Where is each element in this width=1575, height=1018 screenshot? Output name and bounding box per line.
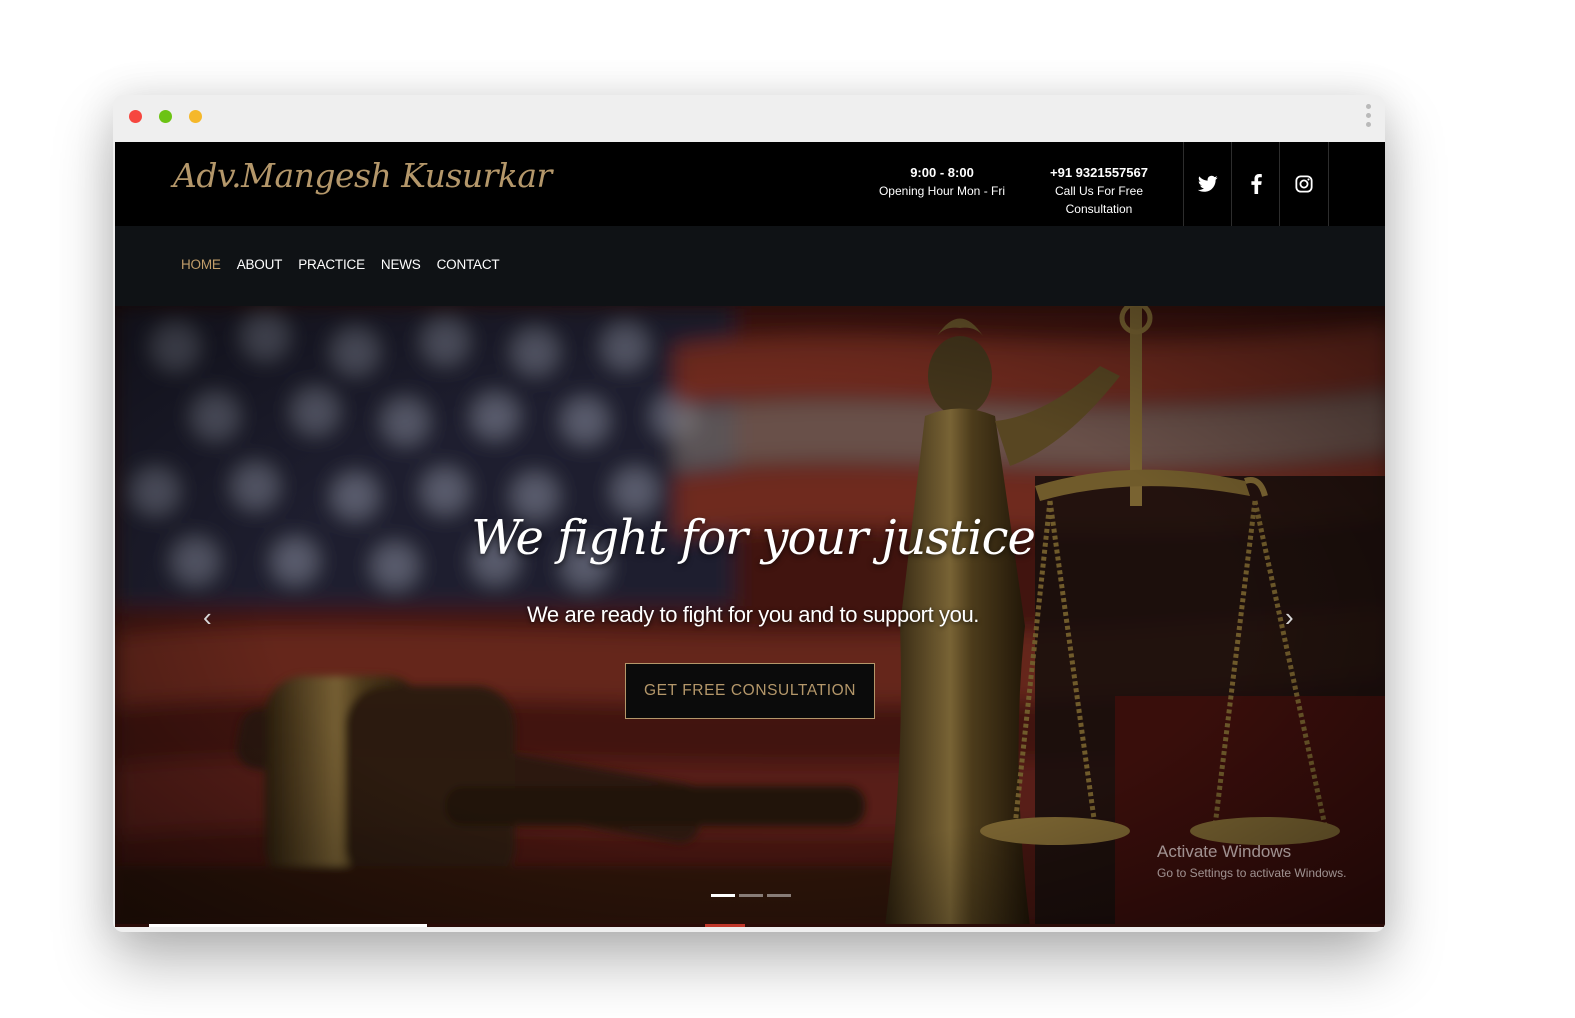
twitter-icon (1198, 175, 1218, 192)
phone-label: Call Us For Free Consultation (1054, 184, 1143, 216)
hours-time: 9:00 - 8:00 (910, 165, 974, 180)
slide-indicator-3[interactable] (767, 894, 791, 897)
maximize-window-button[interactable] (159, 110, 172, 123)
main-nav: HOME ABOUT PRACTICE NEWS CONTACT (181, 257, 515, 272)
browser-menu-icon[interactable] (1366, 104, 1372, 131)
slider-prev-icon[interactable]: ‹ (203, 602, 212, 633)
watermark-title: Activate Windows (1157, 842, 1292, 861)
main-navbar: HOME ABOUT PRACTICE NEWS CONTACT (115, 226, 1385, 306)
phone-number[interactable]: +91 9321557567 (1025, 164, 1173, 182)
activate-windows-watermark: Activate Windows Go to Settings to activ… (1157, 842, 1346, 880)
opening-hours: 9:00 - 8:00 Opening Hour Mon - Fri (877, 164, 1007, 200)
nav-practice[interactable]: PRACTICE (298, 257, 365, 272)
nav-contact[interactable]: CONTACT (437, 257, 500, 272)
hero-slider: We fight for your justice We are ready t… (115, 306, 1385, 926)
nav-about[interactable]: ABOUT (237, 257, 283, 272)
minimize-window-button[interactable] (189, 110, 202, 123)
browser-window: Adv.Mangesh Kusurkar 9:00 - 8:00 Opening… (113, 95, 1385, 932)
instagram-icon (1295, 175, 1313, 193)
slide-indicator-1[interactable] (711, 894, 735, 897)
phone-contact: +91 9321557567 Call Us For Free Consulta… (1025, 164, 1173, 218)
nav-news[interactable]: NEWS (381, 257, 421, 272)
hero-subtitle: We are ready to fight for you and to sup… (526, 602, 980, 627)
instagram-link[interactable] (1279, 142, 1329, 226)
slide-indicator-2[interactable] (739, 894, 763, 897)
top-header: Adv.Mangesh Kusurkar 9:00 - 8:00 Opening… (115, 142, 1385, 226)
close-window-button[interactable] (129, 110, 142, 123)
twitter-link[interactable] (1183, 142, 1232, 226)
facebook-link[interactable] (1231, 142, 1280, 226)
get-free-consultation-button[interactable]: GET FREE CONSULTATION (625, 663, 875, 719)
hero-title: We fight for your justice (471, 510, 1036, 566)
page-viewport: Adv.Mangesh Kusurkar 9:00 - 8:00 Opening… (115, 142, 1385, 927)
slider-next-icon[interactable]: › (1285, 602, 1294, 633)
page-bottom-strip (115, 924, 1385, 927)
nav-home[interactable]: HOME (181, 257, 221, 272)
browser-chrome (113, 95, 1385, 141)
watermark-subtitle: Go to Settings to activate Windows. (1157, 866, 1347, 880)
hours-label: Opening Hour Mon - Fri (878, 184, 1006, 198)
slider-indicators (711, 894, 795, 897)
facebook-icon (1250, 174, 1262, 194)
site-logo[interactable]: Adv.Mangesh Kusurkar (173, 156, 552, 195)
